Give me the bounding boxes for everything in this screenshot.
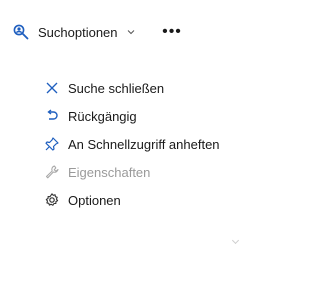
- more-options-button[interactable]: •••: [158, 22, 186, 42]
- menu-item-label: Eigenschaften: [68, 164, 151, 180]
- wrench-icon: [45, 165, 59, 179]
- menu-item-properties[interactable]: Eigenschaften: [30, 158, 242, 186]
- menu-item-close-search[interactable]: Suche schließen: [30, 74, 242, 102]
- pin-icon: [45, 137, 59, 151]
- menu-item-undo[interactable]: Rückgängig: [30, 102, 242, 130]
- gear-icon: [45, 193, 59, 206]
- undo-icon: [47, 109, 58, 120]
- menu-corner-mark: [231, 236, 240, 245]
- menu-item-options[interactable]: Optionen: [30, 186, 242, 214]
- search-options-label: Suchoptionen: [38, 24, 118, 40]
- more-options-label: •••: [162, 23, 182, 40]
- menu-item-label: Rückgängig: [68, 108, 137, 124]
- search-options-menu: Suche schließen Rückgängig An Schnellzug…: [30, 74, 242, 214]
- menu-item-label: An Schnellzugriff anheften: [68, 136, 220, 152]
- menu-item-label: Optionen: [68, 192, 121, 208]
- close-x-icon: [46, 82, 58, 94]
- toolbar: Suchoptionen: [12, 20, 135, 44]
- search-options-button[interactable]: Suchoptionen: [12, 23, 135, 41]
- search-person-icon: [13, 24, 29, 40]
- search-options-panel: Suchoptionen ••• Suche schließen Rückgän…: [0, 0, 250, 300]
- menu-item-pin-quick-access[interactable]: An Schnellzugriff anheften: [30, 130, 242, 158]
- chevron-down-icon: [127, 30, 134, 35]
- menu-item-label: Suche schließen: [68, 80, 165, 96]
